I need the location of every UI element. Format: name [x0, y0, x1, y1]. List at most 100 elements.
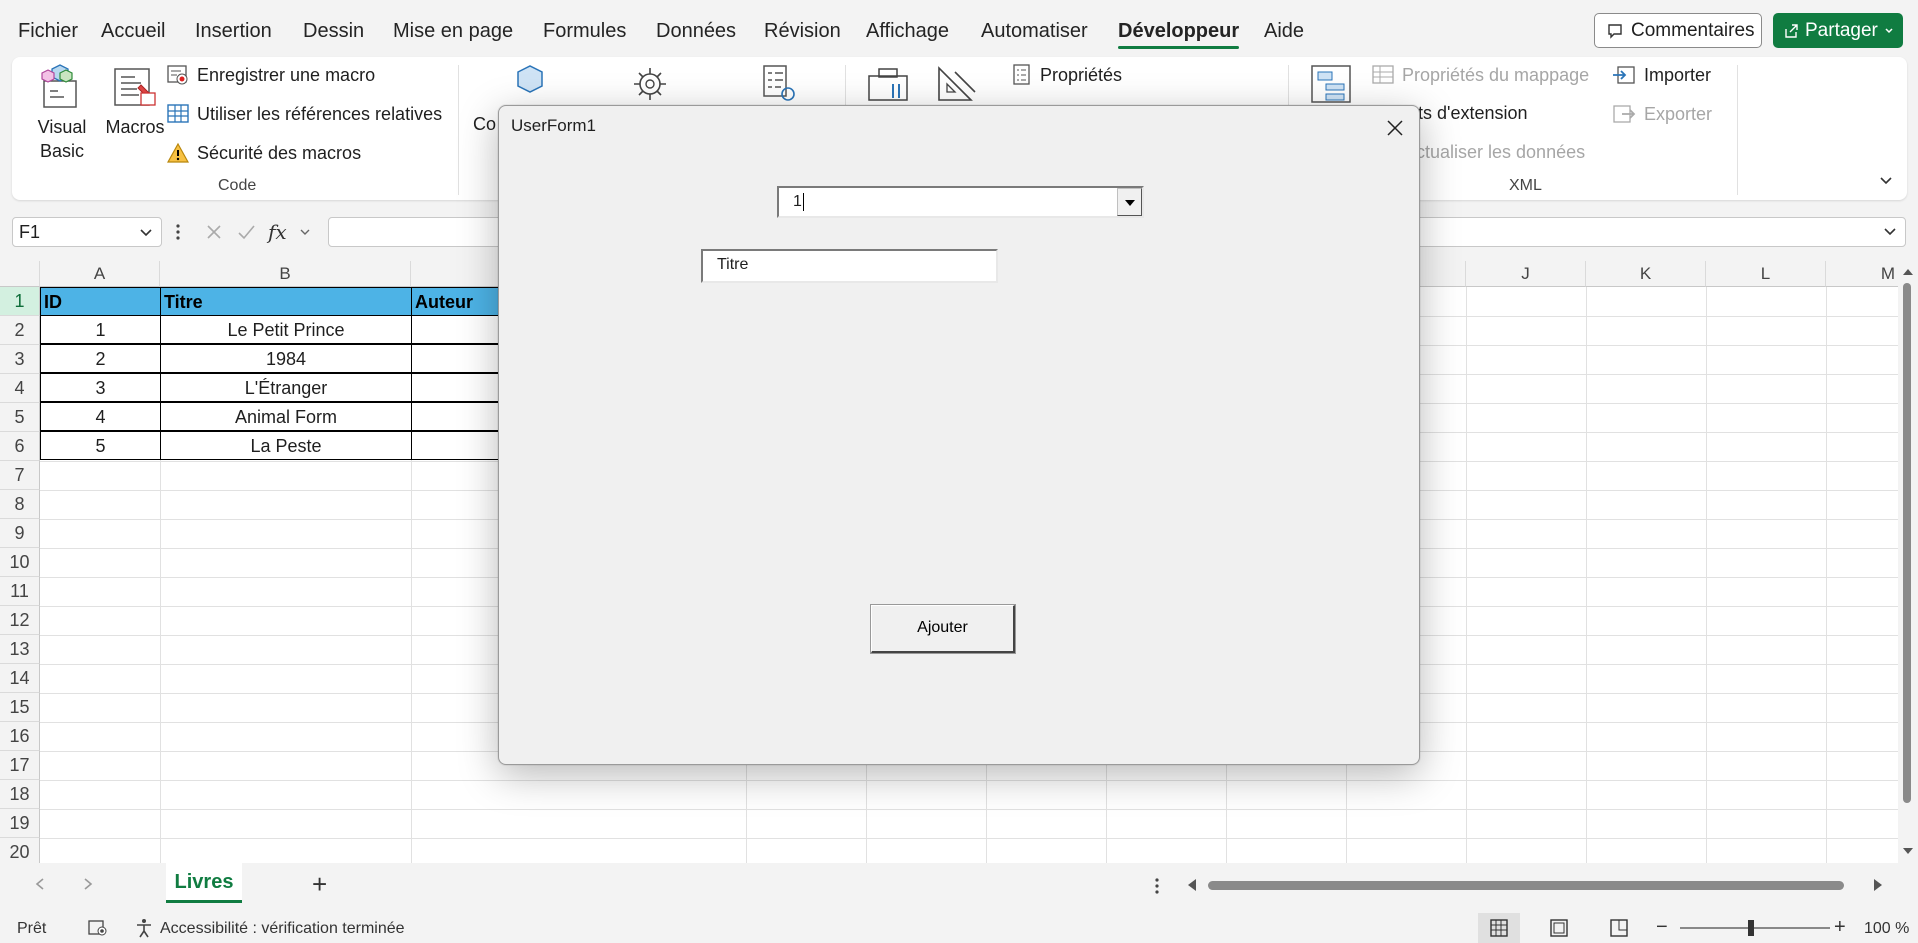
- chevron-down-icon[interactable]: [139, 227, 153, 239]
- table-cell-id[interactable]: 4: [40, 402, 161, 431]
- table-cell-id[interactable]: 2: [40, 344, 161, 373]
- zoom-out-button[interactable]: −: [1656, 916, 1668, 939]
- share-button[interactable]: Partager: [1773, 13, 1903, 48]
- tab-dessin[interactable]: Dessin: [303, 20, 364, 43]
- row-header[interactable]: 19: [0, 809, 40, 838]
- tab-fichier[interactable]: Fichier: [18, 20, 78, 43]
- tab-automatiser[interactable]: Automatiser: [981, 20, 1088, 43]
- table-cell-id[interactable]: 5: [40, 431, 161, 460]
- table-cell-titre[interactable]: L'Étranger: [160, 373, 412, 402]
- column-header-k[interactable]: K: [1586, 261, 1706, 287]
- row-header[interactable]: 12: [0, 606, 40, 635]
- close-button[interactable]: [1381, 114, 1409, 142]
- macros-button[interactable]: Macros: [102, 63, 168, 139]
- normal-view-button[interactable]: [1478, 913, 1520, 943]
- column-header-b[interactable]: B: [160, 261, 411, 287]
- zoom-slider-track[interactable]: [1680, 927, 1830, 929]
- zoom-level[interactable]: 100 %: [1864, 920, 1909, 938]
- more-options-icon[interactable]: [1153, 876, 1161, 896]
- expansion-packs-button[interactable]: ts d'extension: [1418, 103, 1528, 124]
- chevron-right-icon[interactable]: [82, 877, 94, 891]
- vertical-scrollbar[interactable]: [1898, 261, 1918, 863]
- tab-affichage[interactable]: Affichage: [866, 20, 949, 43]
- name-box[interactable]: F1: [12, 217, 162, 247]
- comments-button[interactable]: Commentaires: [1594, 13, 1762, 48]
- sheet-tab-livres[interactable]: Livres: [166, 863, 242, 903]
- tab-revision[interactable]: Révision: [764, 20, 841, 43]
- id-combobox[interactable]: 1: [777, 186, 1144, 218]
- expand-formula-icon[interactable]: [1883, 226, 1897, 238]
- visual-basic-button[interactable]: Visual Basic: [32, 63, 92, 163]
- row-header[interactable]: 18: [0, 780, 40, 809]
- horizontal-scroll-thumb[interactable]: [1208, 881, 1844, 890]
- table-cell-titre[interactable]: Le Petit Prince: [160, 315, 412, 344]
- chevron-down-icon[interactable]: [299, 226, 311, 238]
- title-textbox[interactable]: Titre: [701, 249, 998, 283]
- scroll-left-icon[interactable]: [1186, 878, 1198, 892]
- properties-button[interactable]: Propriétés: [1012, 64, 1122, 86]
- page-layout-icon[interactable]: [1549, 919, 1569, 937]
- select-all-corner[interactable]: [0, 261, 40, 287]
- record-macro-button[interactable]: Enregistrer une macro: [167, 64, 375, 86]
- table-cell-id[interactable]: 1: [40, 315, 161, 344]
- header-cell-titre[interactable]: Titre: [160, 287, 412, 316]
- row-header[interactable]: 8: [0, 490, 40, 519]
- row-header[interactable]: 2: [0, 316, 40, 345]
- page-break-icon[interactable]: [1609, 919, 1629, 937]
- tab-aide[interactable]: Aide: [1264, 20, 1304, 43]
- zoom-in-button[interactable]: +: [1834, 916, 1846, 939]
- row-header[interactable]: 6: [0, 432, 40, 461]
- row-header[interactable]: 3: [0, 345, 40, 374]
- accessibility-icon[interactable]: [134, 918, 154, 938]
- row-header[interactable]: 13: [0, 635, 40, 664]
- table-cell-titre[interactable]: La Peste: [160, 431, 412, 460]
- chevron-left-icon[interactable]: [34, 877, 46, 891]
- column-header-j[interactable]: J: [1466, 261, 1586, 287]
- ajouter-button[interactable]: Ajouter: [870, 604, 1016, 654]
- column-header-l[interactable]: L: [1706, 261, 1826, 287]
- macro-record-status-icon[interactable]: [88, 919, 108, 937]
- scroll-right-icon[interactable]: [1872, 878, 1884, 892]
- combobox-dropdown-button[interactable]: [1117, 188, 1142, 216]
- row-header[interactable]: 16: [0, 722, 40, 751]
- row-header[interactable]: 20: [0, 838, 40, 863]
- row-header[interactable]: 1: [0, 287, 40, 316]
- row-header[interactable]: 14: [0, 664, 40, 693]
- check-icon[interactable]: [236, 222, 256, 242]
- cancel-icon[interactable]: [204, 222, 224, 242]
- header-cell-id[interactable]: ID: [40, 287, 161, 316]
- table-cell-titre[interactable]: Animal Form: [160, 402, 412, 431]
- more-options-icon[interactable]: [174, 222, 182, 242]
- tab-accueil[interactable]: Accueil: [101, 20, 165, 43]
- table-cell-id[interactable]: 3: [40, 373, 161, 402]
- export-button[interactable]: Exporter: [1612, 103, 1712, 125]
- accessibility-status[interactable]: Accessibilité : vérification terminée: [160, 920, 405, 938]
- add-sheet-button[interactable]: +: [312, 869, 327, 900]
- tab-donnees[interactable]: Données: [656, 20, 736, 43]
- row-header[interactable]: 17: [0, 751, 40, 780]
- column-header-a[interactable]: A: [40, 261, 160, 287]
- refresh-data-button[interactable]: ctualiser les données: [1416, 142, 1585, 163]
- tab-formules[interactable]: Formules: [543, 20, 626, 43]
- column-header-m[interactable]: M: [1826, 261, 1900, 287]
- vertical-scroll-thumb[interactable]: [1903, 283, 1911, 803]
- row-header[interactable]: 11: [0, 577, 40, 606]
- relative-references-button[interactable]: Utiliser les références relatives: [167, 103, 442, 125]
- tab-insertion[interactable]: Insertion: [195, 20, 272, 43]
- row-header[interactable]: 5: [0, 403, 40, 432]
- map-properties-button[interactable]: Propriétés du mappage: [1372, 64, 1589, 86]
- row-header[interactable]: 15: [0, 693, 40, 722]
- row-header[interactable]: 9: [0, 519, 40, 548]
- row-header[interactable]: 4: [0, 374, 40, 403]
- insert-function-button[interactable]: fx: [268, 220, 287, 244]
- tab-developpeur[interactable]: Développeur: [1118, 20, 1240, 49]
- scroll-down-icon[interactable]: [1902, 846, 1914, 856]
- macro-security-button[interactable]: Sécurité des macros: [167, 142, 361, 164]
- zoom-slider-thumb[interactable]: [1748, 920, 1754, 936]
- tab-mise-en-page[interactable]: Mise en page: [393, 20, 513, 43]
- scroll-up-icon[interactable]: [1902, 267, 1914, 277]
- row-header[interactable]: 7: [0, 461, 40, 490]
- ribbon-collapse-icon[interactable]: [1878, 173, 1894, 189]
- import-button[interactable]: Importer: [1612, 64, 1711, 86]
- row-header[interactable]: 10: [0, 548, 40, 577]
